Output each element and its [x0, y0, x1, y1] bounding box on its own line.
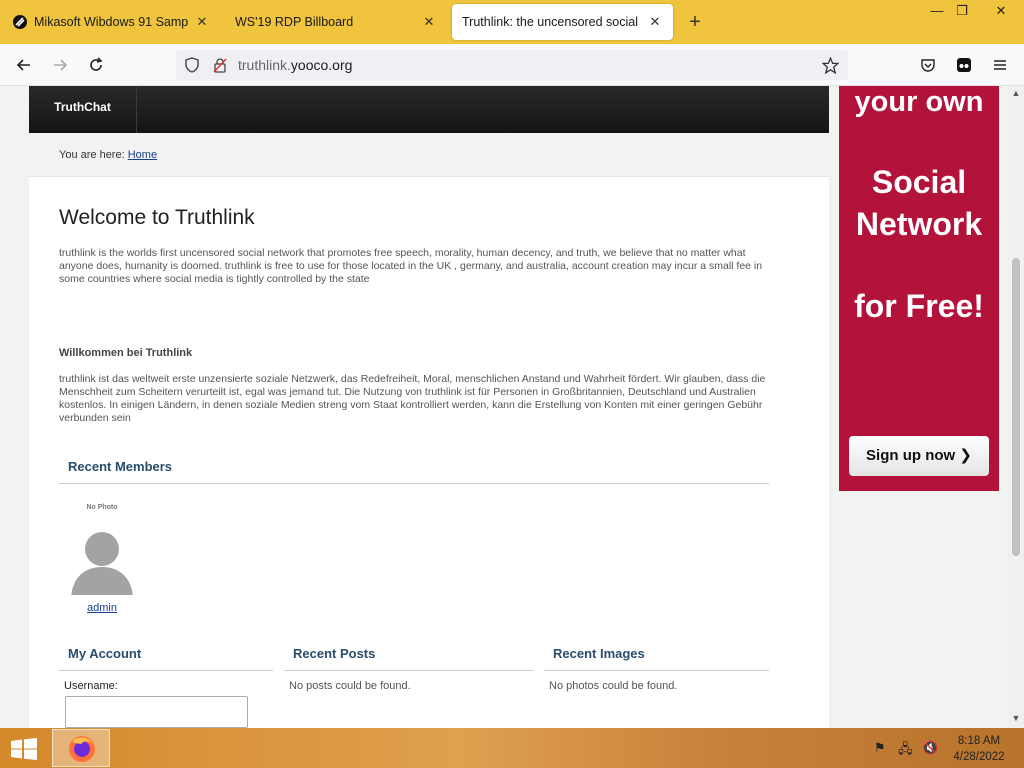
- volume-muted-icon[interactable]: 🔇: [922, 740, 938, 756]
- site-nav: TruthChat: [29, 86, 829, 133]
- page-scrollbar[interactable]: ▲ ▼: [1008, 86, 1024, 728]
- bookmark-star-icon[interactable]: [822, 57, 839, 74]
- new-tab-button[interactable]: +: [684, 11, 706, 33]
- tab-ws19-billboard[interactable]: WS'19 RDP Billboard ✕: [225, 4, 447, 40]
- clock-date: 4/28/2022: [953, 751, 1005, 763]
- german-heading: Willkommen bei Truthlink: [59, 347, 193, 359]
- tab-title: WS'19 RDP Billboard: [235, 15, 354, 29]
- recent-images-empty: No photos could be found.: [549, 680, 678, 692]
- clock-time: 8:18 AM: [957, 735, 1001, 747]
- nav-item-truthchat[interactable]: TruthChat: [29, 86, 137, 133]
- tab-close-icon[interactable]: ✕: [421, 14, 437, 30]
- pocket-button[interactable]: [915, 52, 941, 78]
- divider: [59, 483, 769, 484]
- signup-ad-banner[interactable]: your own Social Network for Free! Sign u…: [839, 86, 999, 491]
- reload-button[interactable]: [83, 52, 109, 78]
- back-button[interactable]: [11, 52, 37, 78]
- divider: [59, 670, 273, 671]
- ad-line-for-free: for Free!: [854, 288, 984, 324]
- ad-line-network: Network: [855, 206, 983, 242]
- breadcrumb-prefix: You are here:: [59, 149, 125, 161]
- address-bar[interactable]: truthlink.yooco.org: [176, 50, 848, 80]
- pocket-icon: [921, 59, 935, 72]
- username-input[interactable]: [65, 696, 248, 728]
- recent-posts-empty: No posts could be found.: [289, 680, 411, 692]
- page-title: Welcome to Truthlink: [59, 206, 255, 229]
- breadcrumb-home-link[interactable]: Home: [128, 149, 157, 161]
- divider: [284, 670, 534, 671]
- breadcrumb: You are here: Home: [29, 133, 829, 177]
- back-arrow-icon: [16, 59, 30, 71]
- tab-close-icon[interactable]: ✕: [647, 14, 663, 30]
- windows-start-icon[interactable]: [10, 738, 38, 760]
- recent-posts-title: Recent Posts: [293, 646, 376, 661]
- signup-button[interactable]: Sign up now ❯: [849, 436, 989, 476]
- intro-text: truthlink is the worlds first uncensored…: [59, 247, 763, 285]
- firefox-icon: [69, 736, 95, 762]
- chevron-right-icon: ❯: [959, 447, 972, 464]
- tab-truthlink[interactable]: Truthlink: the uncensored social net ✕: [452, 4, 673, 40]
- scroll-thumb[interactable]: [1012, 258, 1020, 556]
- site-favicon-icon: [13, 15, 27, 29]
- url-host-prefix: truthlink.: [238, 57, 291, 73]
- divider: [544, 670, 769, 671]
- insecure-lock-icon[interactable]: [212, 57, 228, 73]
- avatar-placeholder-icon[interactable]: [69, 511, 135, 599]
- scroll-up-icon[interactable]: ▲: [1011, 88, 1021, 98]
- system-clock[interactable]: 8:18 AM 4/28/2022: [948, 733, 1010, 765]
- navigation-toolbar: truthlink.yooco.org: [0, 44, 1024, 86]
- url-text[interactable]: truthlink.yooco.org: [238, 57, 352, 73]
- ad-line-social: Social: [871, 164, 967, 200]
- main-content: TruthChat You are here: Home Welcome to …: [29, 86, 829, 728]
- german-text: truthlink ist das weltweit erste unzensi…: [59, 373, 766, 424]
- signup-label: Sign up now: [866, 447, 956, 464]
- url-domain: yooco.org: [290, 57, 353, 73]
- action-center-flag-icon[interactable]: ⚑: [874, 740, 886, 756]
- page-viewport: TruthChat You are here: Home Welcome to …: [0, 86, 1008, 728]
- taskbar: ⚑ 🖧 🔇 8:18 AM 4/28/2022: [0, 728, 1024, 768]
- extension-icon: [957, 58, 971, 72]
- restore-icon[interactable]: ❐: [947, 0, 977, 22]
- tab-title: Mikasoft Wibdows 91 Sample P: [34, 15, 188, 29]
- tab-title: Truthlink: the uncensored social net: [462, 15, 641, 29]
- ad-line-your-own: your own: [854, 86, 984, 118]
- tab-close-icon[interactable]: ✕: [194, 14, 210, 30]
- hamburger-menu-icon: [994, 60, 1006, 70]
- extensions-button[interactable]: [951, 52, 977, 78]
- forward-arrow-icon: [54, 59, 68, 71]
- my-account-title: My Account: [68, 646, 142, 661]
- network-icon[interactable]: 🖧: [898, 740, 913, 762]
- close-window-icon[interactable]: ✕: [986, 0, 1016, 22]
- forward-button[interactable]: [47, 52, 73, 78]
- firefox-taskbar-button[interactable]: [52, 729, 110, 767]
- shield-icon[interactable]: [184, 57, 200, 73]
- member-card[interactable]: No Photo admin: [69, 504, 135, 614]
- member-link-admin[interactable]: admin: [69, 602, 135, 614]
- reload-icon: [90, 57, 103, 71]
- recent-members-title: Recent Members: [68, 459, 173, 474]
- menu-button[interactable]: [987, 52, 1013, 78]
- tab-mikasoft[interactable]: Mikasoft Wibdows 91 Sample P ✕: [2, 4, 220, 40]
- tab-strip: Mikasoft Wibdows 91 Sample P ✕ WS'19 RDP…: [0, 0, 1024, 44]
- username-label: Username:: [64, 680, 118, 692]
- scroll-down-icon[interactable]: ▼: [1011, 713, 1021, 723]
- ad-line-social-network: Social Network: [839, 161, 999, 245]
- no-photo-label: No Photo: [86, 504, 118, 511]
- recent-images-title: Recent Images: [553, 646, 645, 661]
